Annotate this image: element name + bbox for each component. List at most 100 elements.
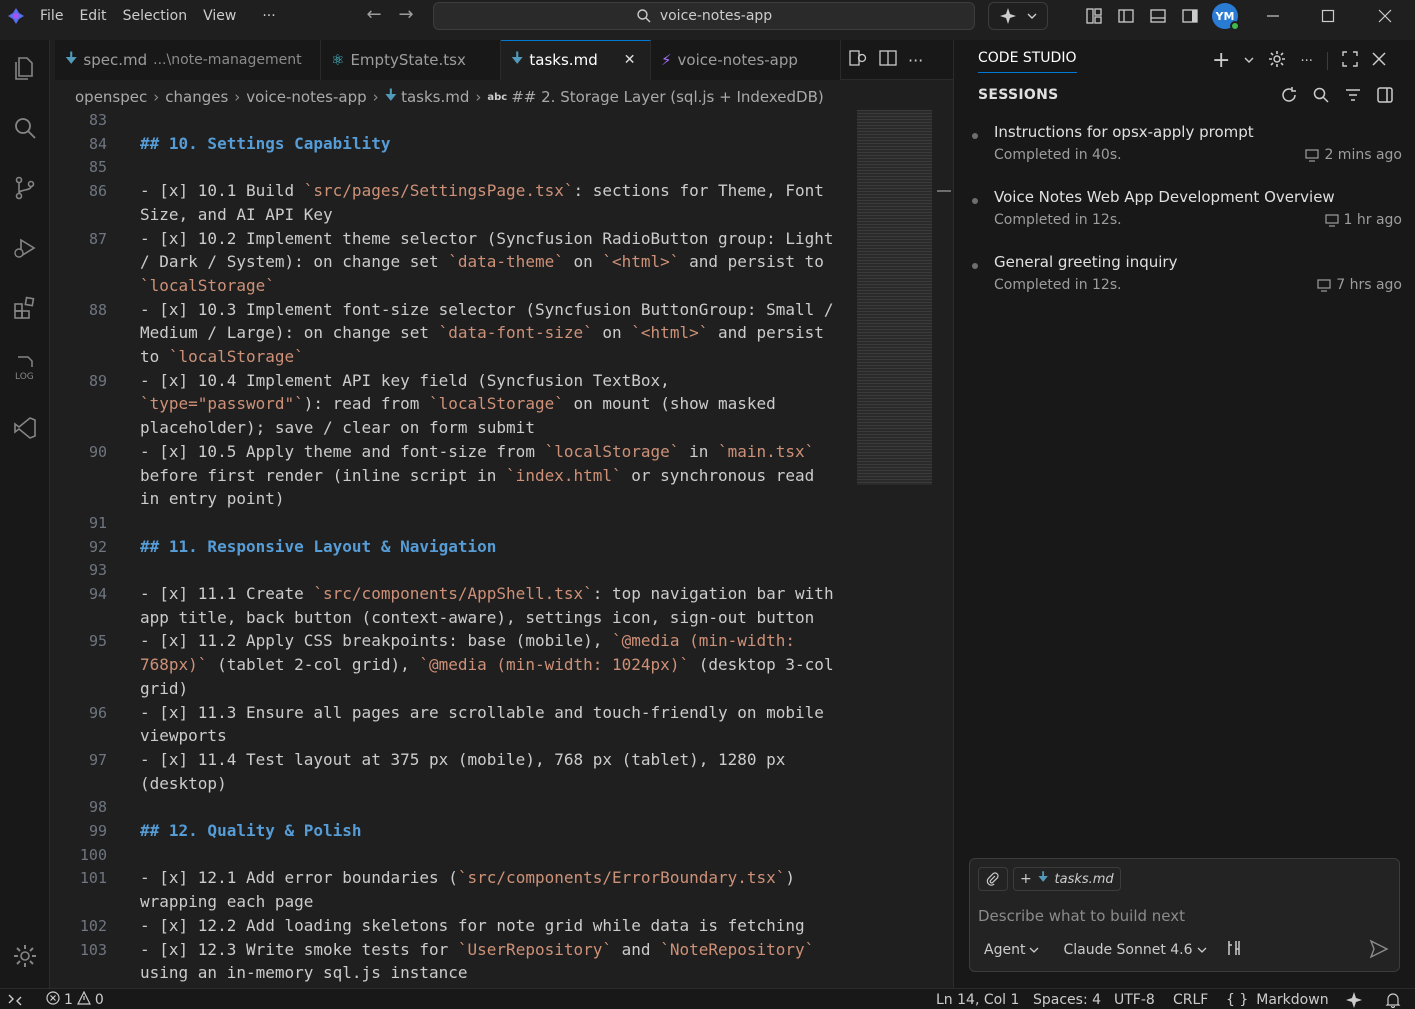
indentation[interactable]: Spaces: 4 bbox=[1033, 989, 1101, 1009]
forward-arrow-icon[interactable]: → bbox=[390, 0, 422, 30]
title-bar: File Edit Selection View ··· ← → voice-n… bbox=[0, 0, 1415, 32]
close-panel-icon[interactable] bbox=[1372, 52, 1386, 70]
chevron-down-icon[interactable] bbox=[1244, 54, 1254, 69]
search-icon bbox=[637, 9, 651, 23]
breadcrumb-symbol[interactable]: ## 2. Storage Layer (sql.js + IndexedDB) bbox=[511, 88, 824, 106]
model-dropdown[interactable]: Claude Sonnet 4.6 bbox=[1057, 942, 1212, 958]
settings-gear-icon[interactable] bbox=[1268, 50, 1286, 72]
more-actions-icon[interactable]: ··· bbox=[1300, 54, 1312, 69]
cursor-position[interactable]: Ln 14, Col 1 bbox=[936, 989, 1019, 1009]
toggle-sidebar-icon[interactable] bbox=[1376, 86, 1394, 108]
tab-tasks-md[interactable]: 🠋 tasks.md ✕ bbox=[501, 40, 651, 80]
encoding[interactable]: UTF-8 bbox=[1114, 989, 1155, 1009]
copilot-status-icon[interactable] bbox=[1345, 989, 1363, 1009]
chat-prompt-input[interactable] bbox=[978, 905, 1388, 927]
session-item[interactable]: Voice Notes Web App Development Overview… bbox=[972, 186, 1402, 246]
toggle-primary-sidebar-icon[interactable] bbox=[1114, 4, 1138, 28]
close-window-button[interactable] bbox=[1357, 0, 1413, 32]
session-dot bbox=[972, 133, 978, 139]
line-number: 96 bbox=[88, 703, 107, 722]
extensions-icon[interactable] bbox=[0, 288, 50, 328]
session-time-label: 1 hr ago bbox=[1343, 212, 1402, 228]
code-line: - [x] 10.1 Build `src/pages/SettingsPage… bbox=[140, 181, 834, 224]
session-time: 2 mins ago bbox=[1305, 147, 1402, 163]
toggle-panel-icon[interactable] bbox=[1146, 4, 1170, 28]
markdown-file-icon: 🠋 bbox=[384, 85, 398, 104]
code-studio-tab[interactable]: CODE STUDIO bbox=[978, 50, 1077, 73]
toggle-secondary-sidebar-icon[interactable] bbox=[1178, 4, 1202, 28]
markdown-file-icon: 🠋 bbox=[1037, 870, 1049, 885]
session-time: 7 hrs ago bbox=[1317, 277, 1402, 293]
session-dot bbox=[972, 263, 978, 269]
line-number: 97 bbox=[88, 750, 107, 769]
line-number: 83 bbox=[88, 111, 107, 129]
code-line: - [x] 12.1 Add error boundaries (`src/co… bbox=[140, 868, 805, 912]
copilot-menu-button[interactable] bbox=[988, 2, 1048, 30]
minimap-slider[interactable] bbox=[857, 110, 932, 485]
more-actions-icon[interactable]: ··· bbox=[908, 51, 923, 70]
warning-icon bbox=[76, 990, 91, 1009]
notifications-bell-icon[interactable] bbox=[1385, 989, 1401, 1009]
language-mode[interactable]: { } Markdown bbox=[1226, 989, 1329, 1009]
editor-actions: ··· bbox=[848, 40, 923, 80]
refresh-icon[interactable] bbox=[1280, 86, 1298, 108]
mode-dropdown[interactable]: Agent bbox=[978, 942, 1045, 958]
menu-file[interactable]: File bbox=[32, 0, 71, 32]
close-tab-icon[interactable]: ✕ bbox=[624, 52, 636, 68]
session-item[interactable]: General greeting inquiry Completed in 12s… bbox=[972, 251, 1402, 311]
tab-voice-notes-app[interactable]: ⚡ voice-notes-app bbox=[651, 40, 841, 80]
session-item[interactable]: Instructions for opsx-apply prompt Comple… bbox=[972, 121, 1402, 181]
new-session-icon[interactable]: + bbox=[1212, 50, 1230, 72]
breadcrumb-item[interactable]: tasks.md bbox=[401, 88, 469, 106]
svg-text:LOG: LOG bbox=[15, 372, 34, 382]
breadcrumb-item[interactable]: voice-notes-app bbox=[246, 88, 366, 106]
send-icon[interactable] bbox=[1369, 939, 1389, 963]
breadcrumb-item[interactable]: changes bbox=[165, 88, 228, 106]
tab-emptystate-tsx[interactable]: ⚛ EmptyState.tsx bbox=[321, 40, 501, 80]
line-endings[interactable]: CRLF bbox=[1173, 989, 1208, 1009]
warning-count: 0 bbox=[94, 991, 104, 1008]
search-icon[interactable] bbox=[1312, 86, 1330, 108]
back-arrow-icon[interactable]: ← bbox=[358, 0, 390, 30]
explorer-icon[interactable] bbox=[0, 48, 50, 88]
error-icon bbox=[46, 990, 60, 1009]
open-preview-icon[interactable] bbox=[848, 48, 868, 72]
tab-spec-md[interactable]: 🠋 spec.md ...\note-management bbox=[55, 40, 321, 80]
run-and-debug-icon[interactable] bbox=[0, 228, 50, 268]
source-control-icon[interactable] bbox=[0, 168, 50, 208]
menu-more[interactable]: ··· bbox=[254, 0, 283, 32]
split-editor-icon[interactable] bbox=[878, 48, 898, 72]
code-line: - [x] 11.1 Create `src/components/AppShe… bbox=[140, 584, 844, 627]
customize-layout-icon[interactable] bbox=[1082, 4, 1106, 28]
markdown-heading: ## 12. Quality & Polish bbox=[140, 821, 362, 840]
scrollbar-marker[interactable] bbox=[937, 190, 951, 192]
command-center-search[interactable]: voice-notes-app bbox=[433, 2, 975, 30]
problems-indicator[interactable]: 1 0 bbox=[46, 989, 104, 1009]
minimize-button[interactable] bbox=[1245, 0, 1301, 32]
remote-indicator-icon[interactable] bbox=[8, 989, 22, 1009]
line-number: 94 bbox=[88, 585, 107, 603]
maximize-button[interactable] bbox=[1300, 0, 1356, 32]
markdown-heading: ## 10. Settings Capability bbox=[140, 133, 391, 153]
visual-studio-icon[interactable] bbox=[0, 408, 50, 448]
menu-selection[interactable]: Selection bbox=[115, 0, 196, 32]
code-studio-panel: CODE STUDIO + ··· SESSIONS Instructions … bbox=[954, 40, 1415, 988]
filter-icon[interactable] bbox=[1344, 86, 1362, 108]
sessions-title: SESSIONS bbox=[978, 87, 1059, 103]
layout-controls bbox=[1082, 4, 1202, 28]
code-editor[interactable]: 83 84 ## 10. Settings Capability 85 86 - [x] … bbox=[55, 110, 935, 986]
plus-icon: + bbox=[1020, 871, 1032, 887]
menu-view[interactable]: View bbox=[195, 0, 244, 32]
breadcrumb-item[interactable]: openspec bbox=[75, 88, 147, 106]
code-line: - [x] 12.2 Add loading skeletons for not… bbox=[140, 915, 805, 935]
tab-label: voice-notes-app bbox=[677, 51, 798, 69]
attach-paperclip-icon[interactable] bbox=[978, 867, 1008, 891]
output-log-icon[interactable]: LOG bbox=[0, 348, 50, 388]
settings-gear-icon[interactable] bbox=[0, 936, 50, 976]
context-file-chip[interactable]: + 🠋 tasks.md bbox=[1013, 867, 1121, 891]
menu-edit[interactable]: Edit bbox=[71, 0, 114, 32]
maximize-panel-icon[interactable] bbox=[1342, 51, 1358, 71]
tools-icon[interactable] bbox=[1225, 939, 1243, 961]
search-icon[interactable] bbox=[0, 108, 50, 148]
account-avatar[interactable]: YM bbox=[1212, 3, 1240, 31]
